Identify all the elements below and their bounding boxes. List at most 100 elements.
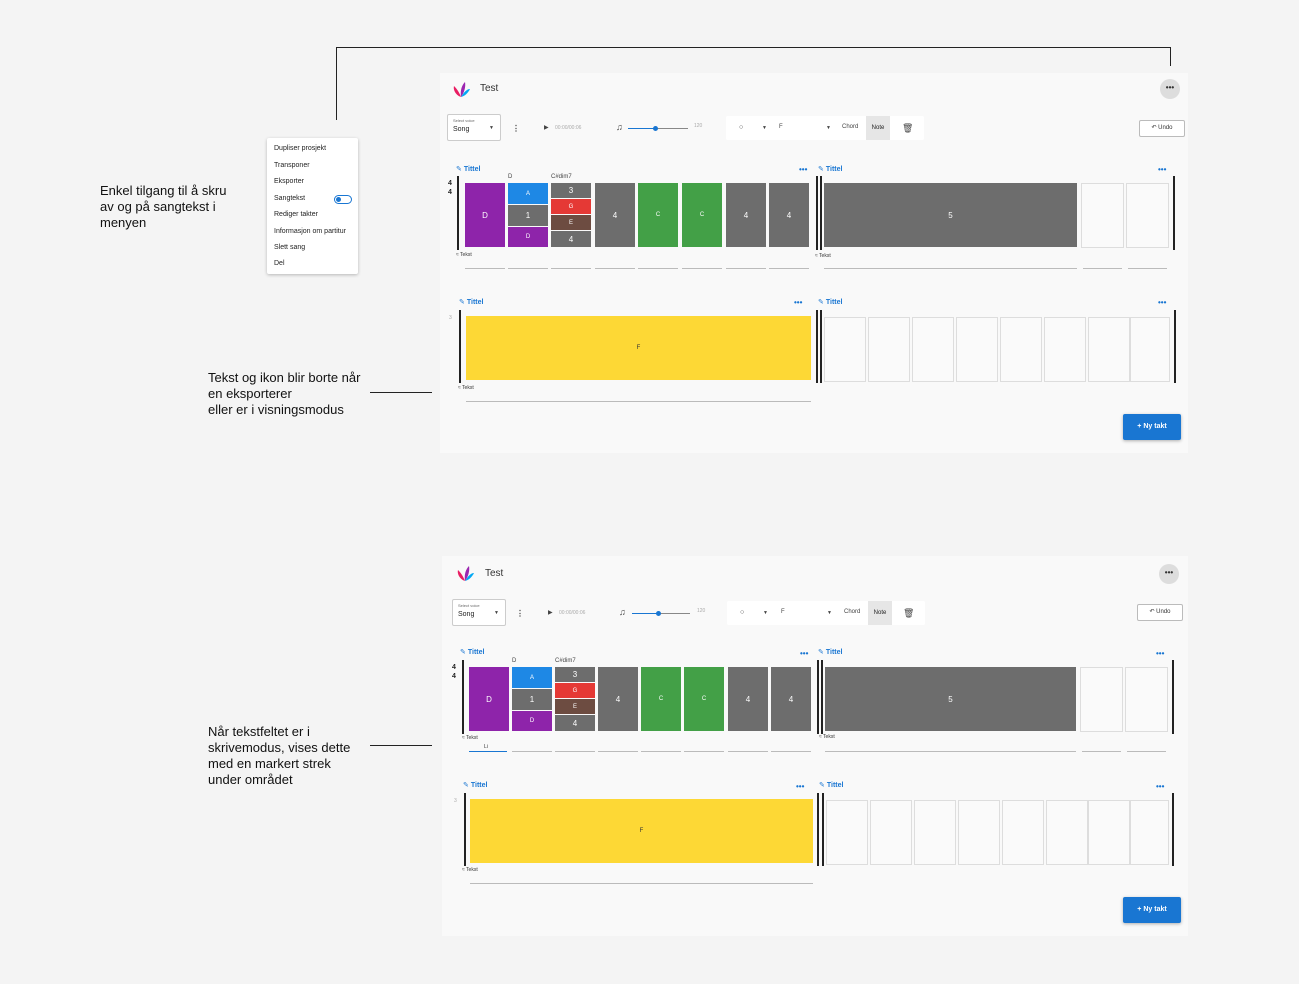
menu-item-export[interactable]: Eksporter <box>274 178 304 185</box>
lyrics-label[interactable]: ≈ Tekst <box>819 734 835 740</box>
tempo-slider-knob[interactable] <box>656 611 662 616</box>
lyrics-input-line[interactable] <box>684 751 724 752</box>
section-more-icon[interactable]: ••• <box>1156 782 1164 791</box>
note-cell[interactable]: C <box>682 183 722 247</box>
empty-cell[interactable] <box>1130 800 1169 865</box>
note-cell[interactable]: 5 <box>824 183 1077 247</box>
tempo-value[interactable]: 120 <box>694 123 702 129</box>
lyrics-input-line-active[interactable] <box>469 751 507 752</box>
lyrics-toggle[interactable] <box>334 195 352 204</box>
note-cell[interactable]: G <box>551 199 591 214</box>
lyrics-input-line[interactable] <box>638 268 678 269</box>
lyrics-input-line[interactable] <box>824 268 1077 269</box>
chord-mode-button[interactable]: Chord <box>842 124 858 130</box>
note-cell[interactable]: C <box>684 667 724 731</box>
note-cell[interactable]: F <box>470 799 813 863</box>
menu-item-delete-song[interactable]: Slett sang <box>274 244 305 251</box>
tempo-value[interactable]: 120 <box>697 608 705 614</box>
more-menu-button[interactable]: ••• <box>1159 564 1179 584</box>
new-bar-button[interactable]: + Ny takt <box>1123 897 1181 923</box>
lyrics-input-line[interactable] <box>728 751 768 752</box>
empty-cell[interactable] <box>958 800 1000 865</box>
lyrics-label[interactable]: ≈ Tekst <box>462 735 478 741</box>
note-mode-button[interactable]: Note <box>866 116 890 140</box>
menu-item-duplicate[interactable]: Dupliser prosjekt <box>274 145 326 152</box>
empty-cell[interactable] <box>1088 800 1130 865</box>
empty-cell[interactable] <box>824 317 866 382</box>
empty-cell[interactable] <box>1044 317 1086 382</box>
menu-item-lyrics[interactable]: Sangtekst <box>274 195 305 202</box>
lyrics-input-line[interactable] <box>1128 268 1167 269</box>
section-more-icon[interactable]: ••• <box>794 298 802 307</box>
voice-select[interactable]: Select voice Song ▼ <box>452 599 506 626</box>
menu-item-transpose[interactable]: Transponer <box>274 162 310 169</box>
section-title[interactable]: ✎ Tittel <box>819 781 843 789</box>
note-cell[interactable]: E <box>551 215 591 230</box>
voice-options-icon[interactable]: ⋮ <box>512 124 520 133</box>
lyrics-input-line[interactable] <box>682 268 722 269</box>
note-cell[interactable]: 1 <box>508 205 548 226</box>
note-cell[interactable]: C <box>638 183 678 247</box>
trash-icon[interactable]: 🗑 <box>902 123 913 134</box>
lyrics-input-text[interactable]: Li <box>484 744 488 750</box>
lyrics-input-line[interactable] <box>769 268 809 269</box>
note-cell[interactable]: F <box>466 316 811 380</box>
note-cell[interactable]: G <box>555 683 595 698</box>
note-cell[interactable]: 4 <box>555 715 595 731</box>
empty-cell[interactable] <box>1046 800 1088 865</box>
play-icon[interactable]: ▶ <box>544 124 549 131</box>
tempo-slider[interactable] <box>632 611 690 616</box>
empty-cell[interactable] <box>1125 667 1168 732</box>
metronome-icon[interactable]: ♫ <box>616 122 623 132</box>
section-more-icon[interactable]: ••• <box>796 782 804 791</box>
section-more-icon[interactable]: ••• <box>1158 298 1166 307</box>
note-cell[interactable]: E <box>555 699 595 714</box>
lyrics-input-line[interactable] <box>465 268 505 269</box>
empty-cell[interactable] <box>1126 183 1169 248</box>
lyrics-input-line[interactable] <box>598 751 638 752</box>
chord-mode-button[interactable]: Chord <box>844 609 860 615</box>
note-key-select[interactable]: F <box>781 609 785 615</box>
tempo-slider[interactable] <box>628 126 688 131</box>
lyrics-input-line[interactable] <box>1082 751 1121 752</box>
empty-cell[interactable] <box>870 800 912 865</box>
chevron-down-icon[interactable]: ▼ <box>762 125 767 131</box>
note-cell[interactable]: 3 <box>551 183 591 198</box>
note-cell[interactable]: D <box>512 711 552 731</box>
undo-button[interactable]: ↶ Undo <box>1139 120 1185 137</box>
lyrics-input-line[interactable] <box>771 751 811 752</box>
note-cell[interactable]: D <box>508 227 548 247</box>
empty-cell[interactable] <box>912 317 954 382</box>
lyrics-label[interactable]: ≈ Tekst <box>815 253 831 259</box>
note-key-select[interactable]: F <box>779 124 783 130</box>
note-cell[interactable]: 4 <box>598 667 638 731</box>
lyrics-input-line[interactable] <box>555 751 595 752</box>
lyrics-input-line[interactable] <box>726 268 766 269</box>
voice-options-icon[interactable]: ⋮ <box>516 609 524 618</box>
section-title[interactable]: ✎ Tittel <box>459 298 483 306</box>
empty-cell[interactable] <box>956 317 998 382</box>
section-title[interactable]: ✎ Tittel <box>460 648 484 656</box>
lyrics-input-line[interactable] <box>595 268 635 269</box>
empty-cell[interactable] <box>868 317 910 382</box>
section-more-icon[interactable]: ••• <box>1158 165 1166 174</box>
note-cell[interactable]: D <box>469 667 509 731</box>
note-cell[interactable]: 4 <box>771 667 811 731</box>
note-cell[interactable]: 1 <box>512 689 552 710</box>
lyrics-input-line[interactable] <box>1083 268 1122 269</box>
more-menu-button[interactable]: ••• <box>1160 79 1180 99</box>
empty-cell[interactable] <box>826 800 868 865</box>
empty-cell[interactable] <box>1002 800 1044 865</box>
note-cell[interactable]: A <box>508 183 548 204</box>
lyrics-input-line[interactable] <box>551 268 591 269</box>
empty-cell[interactable] <box>1088 317 1130 382</box>
note-cell[interactable]: C <box>641 667 681 731</box>
note-cell[interactable]: 3 <box>555 667 595 682</box>
whole-note-icon[interactable]: ○ <box>739 124 743 131</box>
section-more-icon[interactable]: ••• <box>1156 649 1164 658</box>
lyrics-input-line[interactable] <box>641 751 681 752</box>
empty-cell[interactable] <box>1081 183 1124 248</box>
section-more-icon[interactable]: ••• <box>799 165 807 174</box>
menu-item-edit-bars[interactable]: Rediger takter <box>274 211 318 218</box>
empty-cell[interactable] <box>914 800 956 865</box>
